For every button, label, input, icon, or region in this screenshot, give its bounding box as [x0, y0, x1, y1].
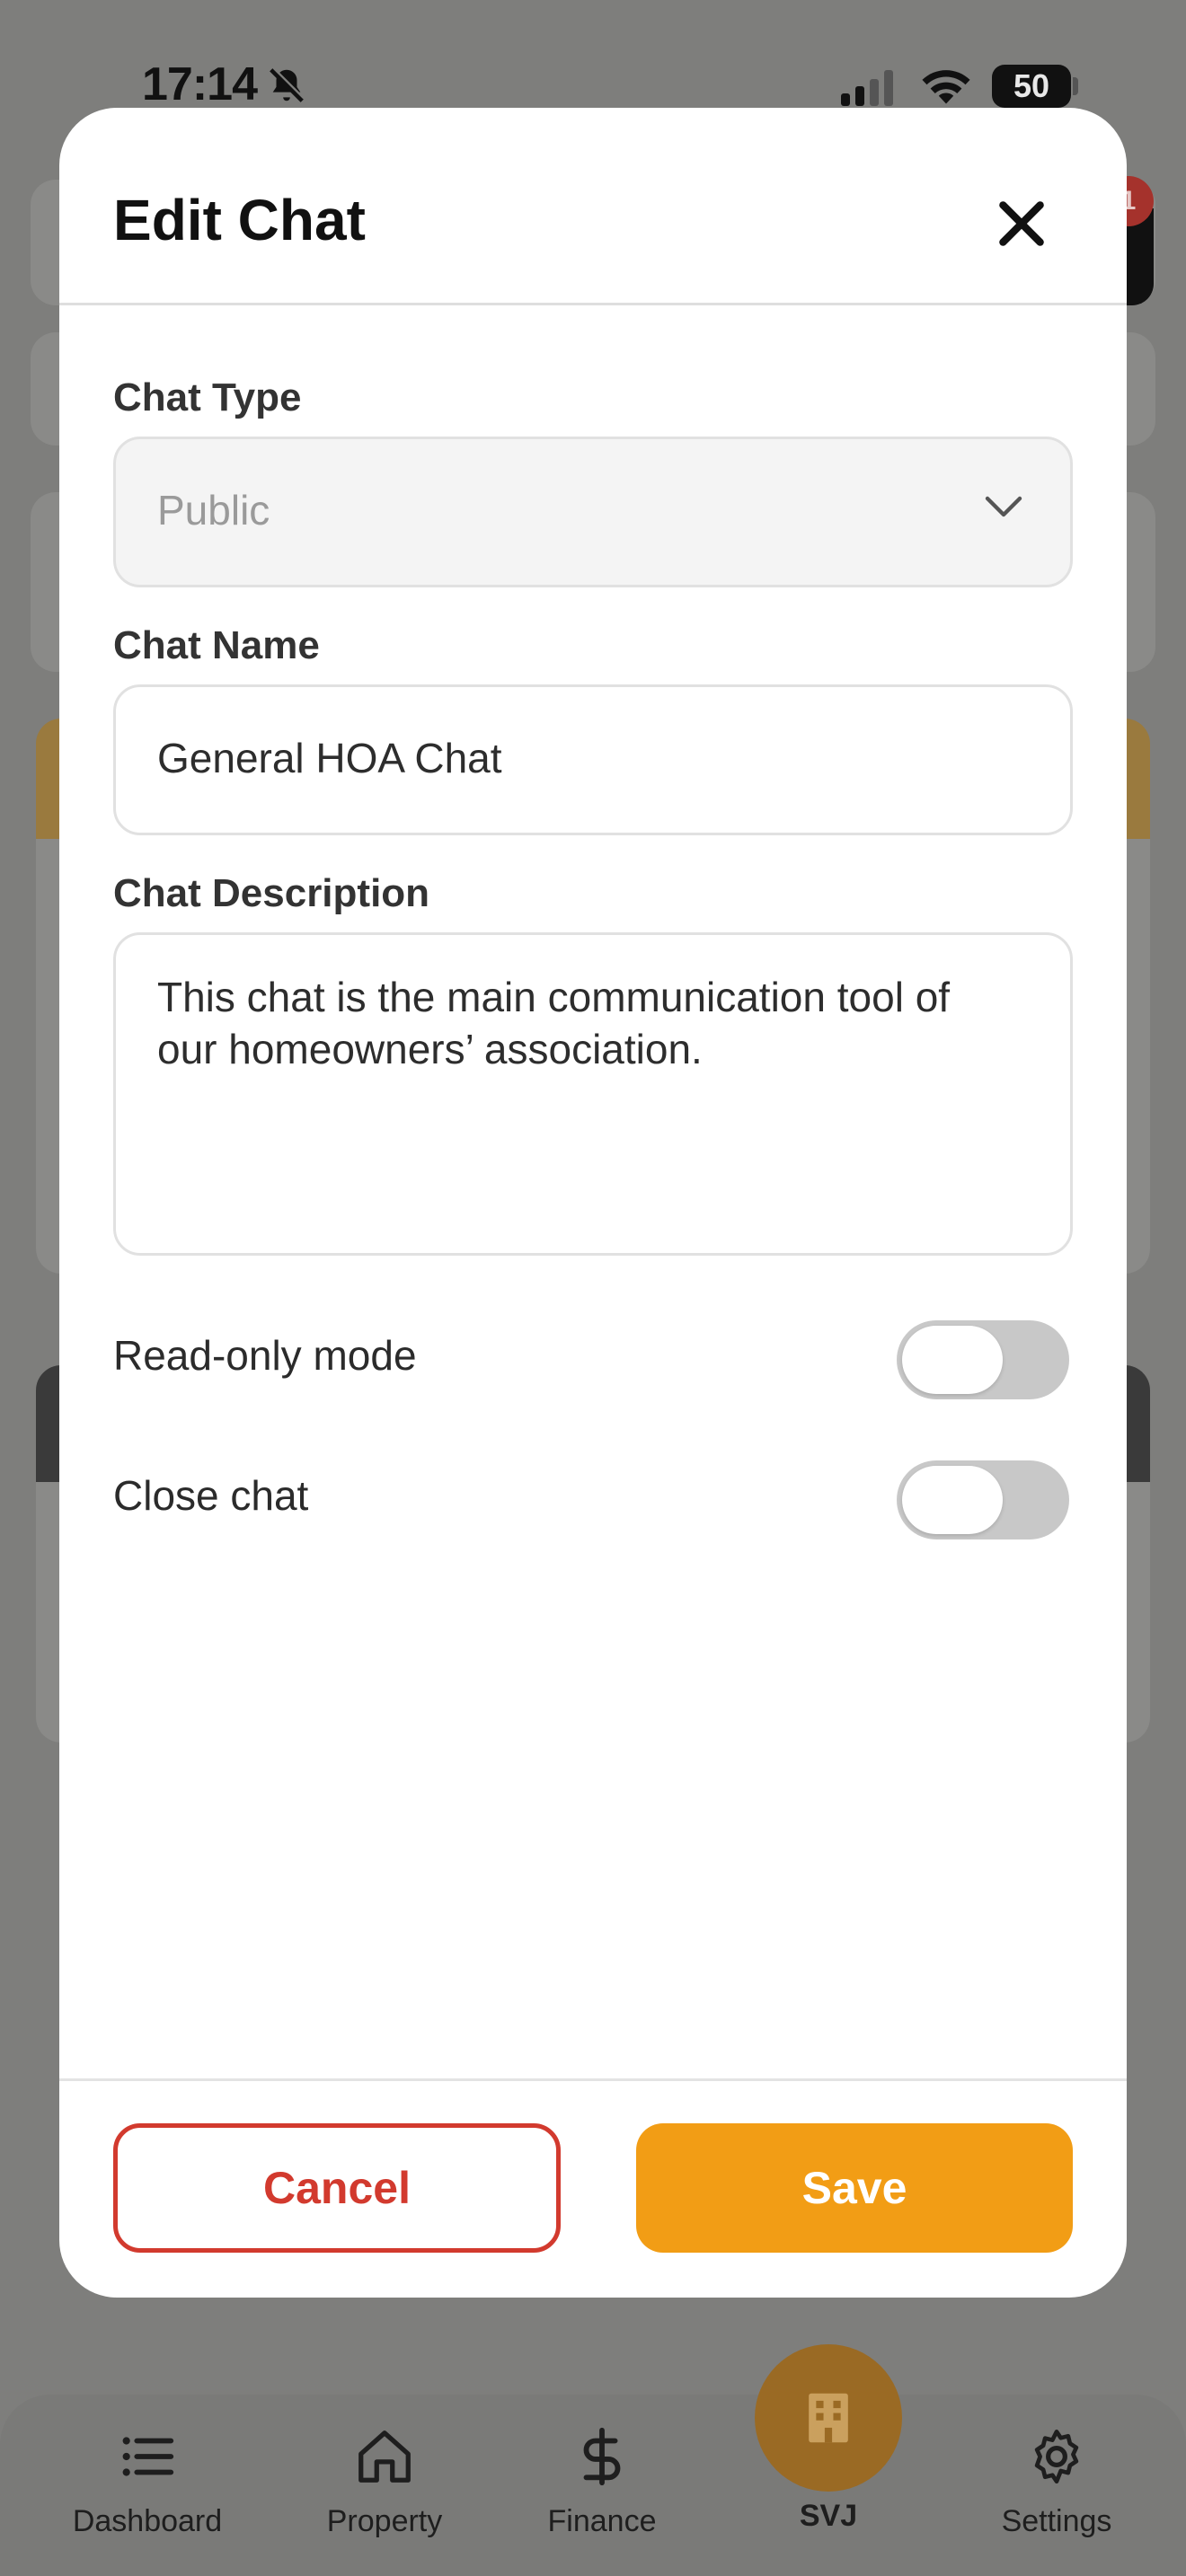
nav-label-dashboard: Dashboard: [72, 2504, 223, 2538]
battery-tip: [1073, 77, 1078, 95]
chat-type-select[interactable]: Public: [113, 437, 1073, 587]
building-icon: [809, 2393, 848, 2443]
list-icon: [122, 2437, 174, 2476]
chat-name-input[interactable]: General HOA Chat: [113, 684, 1073, 835]
nav-label-settings: Settings: [1001, 2504, 1112, 2538]
bell-off-icon: [270, 67, 305, 102]
chat-description-textarea[interactable]: This chat is the main communication tool…: [113, 932, 1073, 1256]
status-time: 17:14: [142, 58, 258, 110]
wifi-icon: [922, 70, 970, 104]
battery-indicator: 50: [992, 65, 1071, 108]
nav-label-svj: SVJ: [799, 2499, 858, 2533]
modal-header: Edit Chat: [59, 108, 1127, 305]
save-button[interactable]: Save: [636, 2123, 1073, 2253]
nav-item-dashboard[interactable]: Dashboard: [40, 2425, 255, 2539]
dollar-icon: [583, 2427, 621, 2486]
edit-chat-modal: Edit Chat Chat Type Public Chat Name Gen…: [59, 108, 1127, 2298]
nav-label-property: Property: [326, 2504, 443, 2538]
toggle-knob: [902, 1466, 1003, 1534]
home-icon: [358, 2430, 411, 2483]
read-only-label: Read-only mode: [113, 1332, 417, 1379]
chat-name-label: Chat Name: [113, 623, 320, 667]
nav-item-settings[interactable]: Settings: [949, 2425, 1164, 2539]
nav-item-finance[interactable]: Finance: [494, 2425, 710, 2539]
chevron-down-icon: [985, 496, 1022, 517]
close-icon[interactable]: [994, 196, 1049, 251]
chat-name-value: General HOA Chat: [157, 735, 502, 781]
gear-icon: [1034, 2429, 1079, 2484]
read-only-toggle[interactable]: [897, 1320, 1069, 1399]
nav-item-property[interactable]: Property: [277, 2425, 492, 2539]
modal-title: Edit Chat: [113, 188, 366, 252]
toggle-knob: [902, 1326, 1003, 1394]
cancel-button[interactable]: Cancel: [113, 2123, 561, 2253]
chat-type-value: Public: [157, 487, 270, 534]
chat-description-label: Chat Description: [113, 871, 430, 915]
close-chat-toggle[interactable]: [897, 1460, 1069, 1539]
nav-label-finance: Finance: [547, 2504, 657, 2538]
nav-item-svj[interactable]: [755, 2344, 902, 2492]
close-chat-label: Close chat: [113, 1472, 309, 1519]
chat-type-label: Chat Type: [113, 375, 302, 419]
signal-icon: [841, 70, 893, 106]
chat-description-value: This chat is the main communication tool…: [157, 974, 951, 1072]
